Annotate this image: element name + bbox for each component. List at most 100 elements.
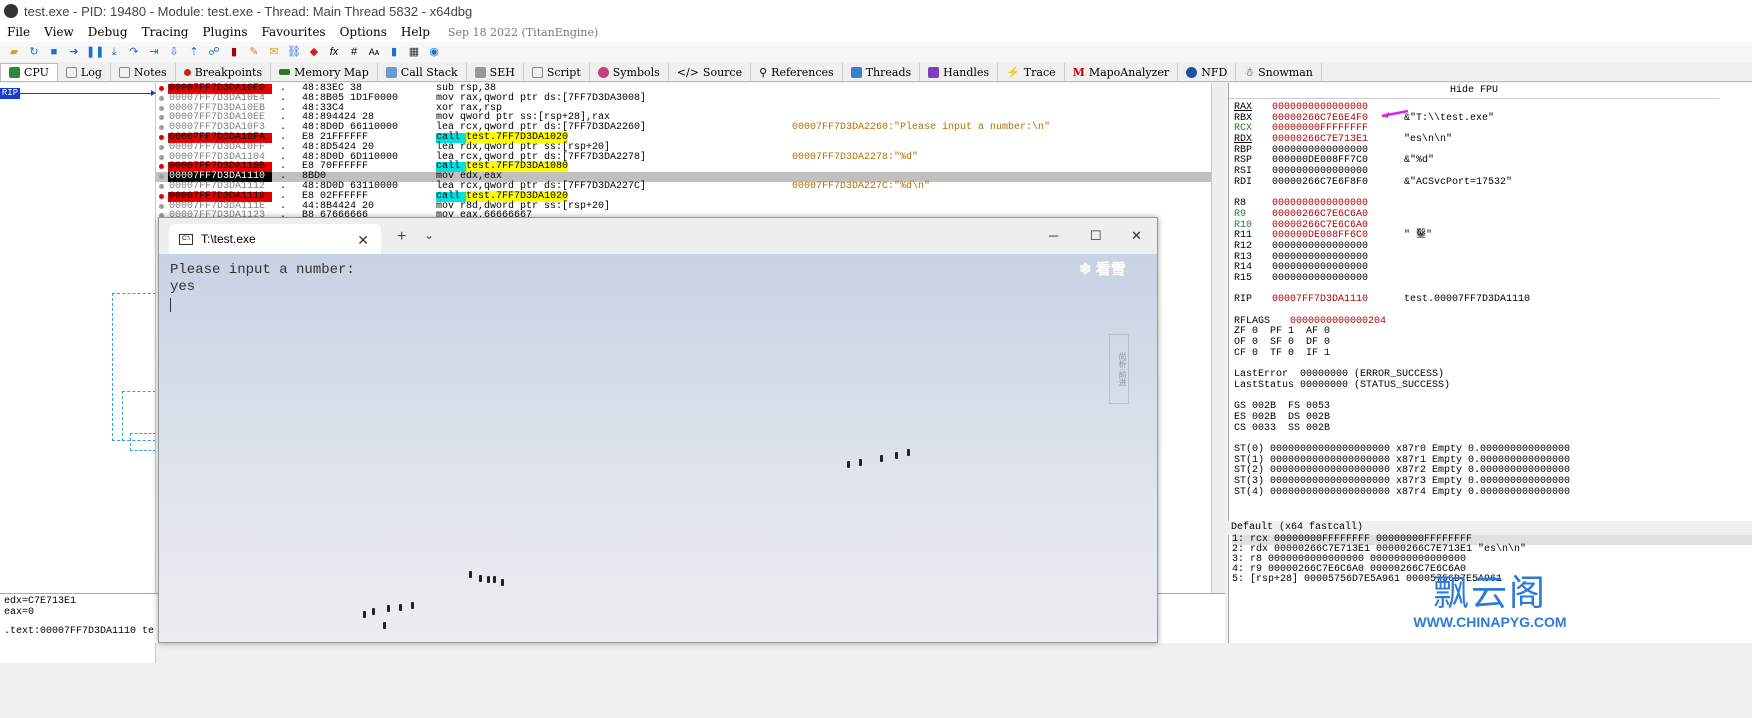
tab-threads[interactable]: Threads bbox=[843, 63, 921, 81]
breakpoint-dot-icon[interactable] bbox=[159, 86, 164, 91]
minimize-icon[interactable]: ─ bbox=[1049, 228, 1058, 243]
restart-icon[interactable]: ↻ bbox=[26, 45, 42, 59]
calculator-icon[interactable]: ▦ bbox=[406, 45, 422, 59]
calling-convention[interactable]: Default (x64 fastcall) bbox=[1228, 521, 1752, 535]
breakpoint-dot-icon[interactable] bbox=[159, 105, 164, 111]
fpu-row[interactable]: ST(4) 00000000000000000000 x87r4 Empty 0… bbox=[1234, 487, 1752, 499]
bookmarks-icon[interactable]: ◆ bbox=[306, 45, 322, 59]
menu-help[interactable]: Help bbox=[394, 25, 437, 39]
pink-arrow-annotation bbox=[1381, 109, 1409, 118]
source-icon: </> bbox=[676, 65, 699, 79]
register-value[interactable]: 00000266C7E6F8F0 bbox=[1272, 177, 1404, 189]
step-over-icon[interactable]: ↷ bbox=[126, 45, 142, 59]
register-row[interactable]: R9 00000266C7E6C6A0 bbox=[1234, 209, 1752, 221]
patch-icon[interactable]: ✎ bbox=[246, 45, 262, 59]
pause-icon[interactable]: ❚❚ bbox=[86, 45, 104, 59]
comments-icon[interactable]: ✉ bbox=[266, 45, 282, 59]
tab-seh[interactable]: SEH bbox=[467, 63, 524, 81]
rflags-value[interactable]: 0000000000000204 bbox=[1290, 316, 1386, 327]
breakpoint-dot-icon[interactable] bbox=[159, 154, 164, 160]
menu-file[interactable]: File bbox=[0, 25, 37, 39]
terminal-tab[interactable]: C:\ T:\test.exe ✕ bbox=[169, 224, 381, 254]
breakpoint-dot-icon[interactable] bbox=[159, 203, 164, 209]
register-row[interactable]: RIP 00007FF7D3DA1110 test.00007FF7D3DA1110 bbox=[1234, 295, 1752, 306]
tab-log[interactable]: Log bbox=[58, 63, 111, 81]
step-into-icon[interactable]: ⤓ bbox=[106, 45, 122, 59]
tab-trace[interactable]: ⚡ Trace bbox=[998, 63, 1065, 81]
tab-references[interactable]: ⚲ References bbox=[751, 63, 843, 81]
breakpoint-dot-icon[interactable] bbox=[159, 95, 164, 101]
tab-handles[interactable]: Handles bbox=[920, 63, 999, 81]
tab-cpu[interactable]: CPU bbox=[0, 63, 58, 81]
tab-bar: CPU Log Notes Breakpoints Memory Map Cal… bbox=[0, 62, 1752, 82]
run-icon[interactable]: ➜ bbox=[66, 45, 82, 59]
scylla-icon[interactable]: ▮ bbox=[226, 45, 242, 59]
trace-over-icon[interactable]: ⇩ bbox=[166, 45, 182, 59]
run-to-user-code-icon[interactable]: ☍ bbox=[206, 45, 222, 59]
breakpoint-dot-icon[interactable] bbox=[159, 144, 164, 150]
tab-label: SEH bbox=[489, 65, 515, 79]
maximize-icon[interactable]: ☐ bbox=[1090, 228, 1102, 244]
menu-tracing[interactable]: Tracing bbox=[135, 25, 196, 39]
tab-source[interactable]: </> Source bbox=[669, 63, 752, 81]
breakpoint-dot-icon[interactable] bbox=[159, 135, 164, 140]
menu-view[interactable]: View bbox=[37, 25, 81, 39]
globe-icon[interactable]: ◉ bbox=[426, 45, 442, 59]
new-tab-icon[interactable]: + bbox=[397, 228, 406, 246]
breakpoint-dot-icon[interactable] bbox=[159, 174, 164, 180]
segment-row[interactable]: CS 0033 SS 002B bbox=[1234, 423, 1752, 435]
hash-icon[interactable]: # bbox=[346, 45, 362, 59]
text-cursor bbox=[170, 298, 171, 312]
jump-line bbox=[130, 433, 155, 451]
labels-icon[interactable]: ⛓ bbox=[286, 45, 302, 59]
tab-script[interactable]: Script bbox=[524, 63, 590, 81]
tab-label: References bbox=[771, 65, 834, 79]
flags-row[interactable]: CF 0 TF 0 IF 1 bbox=[1234, 348, 1752, 360]
breakpoint-dot-icon[interactable] bbox=[159, 115, 164, 121]
tab-mapoanalyzer[interactable]: M MapoAnalyzer bbox=[1065, 63, 1179, 81]
find-icon[interactable]: ▮ bbox=[386, 45, 402, 59]
tab-memory-map[interactable]: Memory Map bbox=[271, 63, 378, 81]
trace-into-icon[interactable]: ⇥ bbox=[146, 45, 162, 59]
close-icon[interactable]: ✕ bbox=[1131, 228, 1142, 244]
chevron-down-icon[interactable]: ⌄ bbox=[424, 228, 434, 242]
build-date: Sep 18 2022 (TitanEngine) bbox=[447, 25, 599, 39]
kanxue-logo: ❄ 看雪 bbox=[1079, 261, 1126, 278]
register-value[interactable]: 0000000000000000 bbox=[1272, 273, 1404, 285]
climber-figure bbox=[501, 579, 504, 586]
register-value[interactable]: 00007FF7D3DA1110 bbox=[1272, 295, 1404, 306]
register-list[interactable]: RAX 0000000000000000 RBX 00000266C7E6E4F0 &"… bbox=[1229, 99, 1752, 498]
menu-favourites[interactable]: Favourites bbox=[255, 25, 333, 39]
font-icon[interactable]: Aᴀ bbox=[366, 45, 382, 59]
disassembly-scrollbar[interactable] bbox=[1211, 83, 1225, 593]
hide-fpu-button[interactable]: Hide FPU bbox=[1229, 83, 1719, 99]
breakpoint-dot-icon[interactable] bbox=[159, 193, 164, 199]
tab-call-stack[interactable]: Call Stack bbox=[378, 63, 467, 81]
tab-label: Script bbox=[546, 65, 581, 79]
open-icon[interactable]: ▰ bbox=[6, 45, 22, 59]
tab-notes[interactable]: Notes bbox=[111, 63, 176, 81]
terminal-body[interactable]: ❄ 看雪 尚析·前进 Please input a number: yes bbox=[159, 254, 1157, 642]
menu-options[interactable]: Options bbox=[333, 25, 394, 39]
functions-icon[interactable]: fx bbox=[326, 45, 342, 59]
breakpoint-dot-icon[interactable] bbox=[159, 125, 164, 131]
tab-snowman[interactable]: ☃ Snowman bbox=[1236, 63, 1322, 81]
tab-close-icon[interactable]: ✕ bbox=[357, 232, 369, 249]
terminal-output: Please input a number: yes bbox=[170, 262, 355, 295]
execute-till-return-icon[interactable]: ⇡ bbox=[186, 45, 202, 59]
climber-figure bbox=[895, 452, 898, 459]
callstack-icon bbox=[385, 66, 397, 78]
tab-breakpoints[interactable]: Breakpoints bbox=[176, 63, 272, 81]
register-row[interactable]: RDI 00000266C7E6F8F0 &"ACSvcPort=17532" bbox=[1234, 177, 1752, 189]
menu-plugins[interactable]: Plugins bbox=[195, 25, 254, 39]
breakpoint-dot-icon[interactable] bbox=[159, 164, 164, 170]
tab-label: Log bbox=[80, 65, 102, 79]
terminal-window[interactable]: C:\ T:\test.exe ✕ + ⌄ ─ ☐ ✕ ❄ 看雪 尚析·前进 P… bbox=[158, 217, 1158, 643]
breakpoint-dot-icon[interactable] bbox=[159, 184, 164, 189]
stop-icon[interactable]: ■ bbox=[46, 45, 62, 59]
tab-nfd[interactable]: NFD bbox=[1178, 63, 1237, 81]
register-row[interactable]: R15 0000000000000000 bbox=[1234, 273, 1752, 285]
menu-debug[interactable]: Debug bbox=[81, 25, 135, 39]
tab-symbols[interactable]: Symbols bbox=[590, 63, 669, 81]
register-value[interactable]: 00000266C7E6C6A0 bbox=[1272, 209, 1404, 221]
